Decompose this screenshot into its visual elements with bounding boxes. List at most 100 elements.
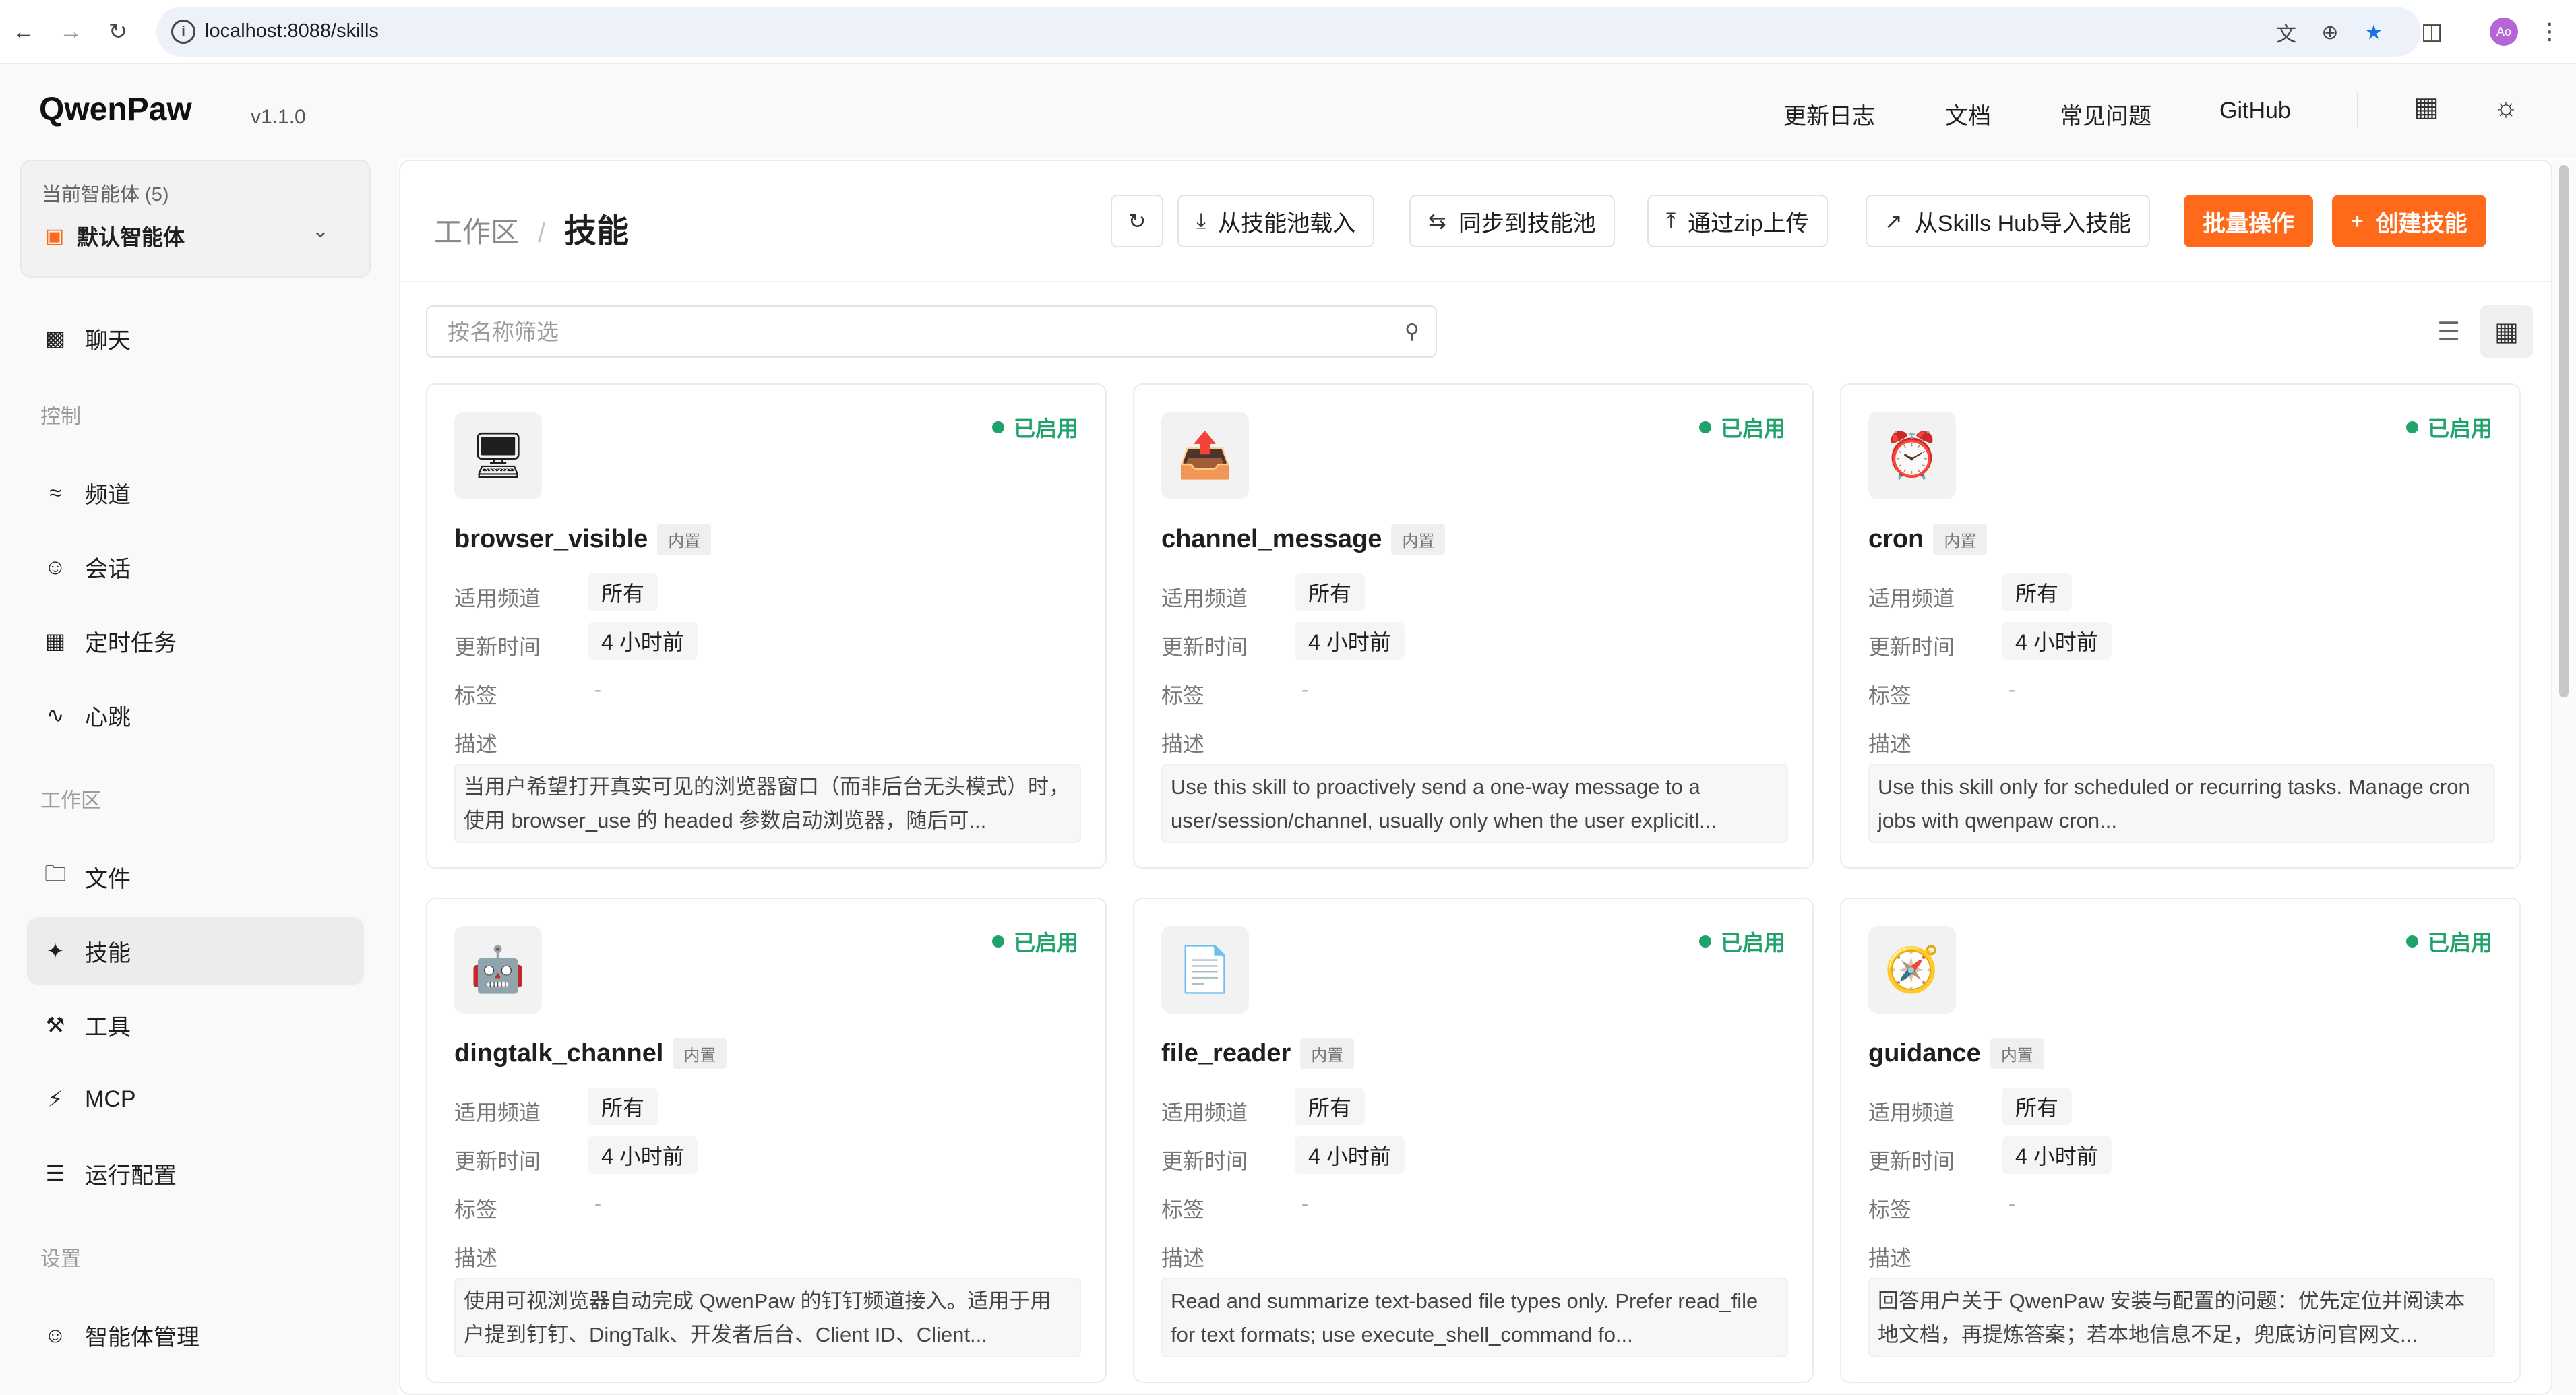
sidebar-item-skills[interactable]: ✦ 技能 — [27, 917, 364, 985]
language-icon[interactable]: ▦ — [2409, 90, 2444, 125]
desc-label: 描述 — [1161, 732, 1205, 756]
agent-selector[interactable]: 当前智能体 (5) ▣ 默认智能体 ⌄ — [20, 160, 371, 278]
status-text: 已启用 — [1720, 931, 1785, 955]
sync-to-pool-button[interactable]: ⇆ 同步到技能池 — [1409, 195, 1615, 247]
tags-value: - — [594, 679, 601, 701]
channel-value: 所有 — [588, 1088, 658, 1125]
skill-card[interactable]: 📤 已启用 channel_message 内置 适用频道 所有 更新时间 4 … — [1133, 383, 1814, 869]
status-dot — [991, 421, 1004, 433]
page-scrollbar[interactable] — [2552, 160, 2576, 1395]
sidebar-item-label: MCP — [85, 1086, 136, 1112]
skill-card[interactable]: 📄 已启用 file_reader 内置 适用频道 所有 更新时间 4 小时前 … — [1133, 898, 1814, 1383]
bookmark-star-icon[interactable]: ★ — [2360, 19, 2387, 46]
docs-link[interactable]: 文档 — [1945, 98, 1991, 131]
channel-label: 适用频道 — [1868, 586, 1955, 611]
status-badge[interactable]: 已启用 — [991, 926, 1078, 957]
section-settings: 设置 — [40, 1248, 81, 1270]
updated-label: 更新时间 — [454, 1149, 541, 1173]
status-badge[interactable]: 已启用 — [1698, 926, 1785, 957]
address-bar[interactable]: i localhost:8088/skills 文 ⊕ ★ — [156, 7, 2421, 57]
changelog-link[interactable]: 更新日志 — [1783, 98, 1875, 131]
sidebar-item-tools[interactable]: ⚒ 工具 — [27, 991, 364, 1059]
page-title: 技能 — [564, 214, 630, 249]
grid-view-button[interactable]: ▦ — [2480, 305, 2533, 358]
forward-icon[interactable]: → — [55, 16, 86, 47]
download-icon: ⤓ — [1196, 208, 1206, 232]
sidebar-item-label: 文件 — [85, 866, 131, 892]
list-view-button[interactable]: ☰ — [2422, 305, 2475, 358]
skill-card[interactable]: ⏰ 已启用 cron 内置 适用频道 所有 更新时间 4 小时前 标签 - 描述… — [1840, 383, 2521, 869]
sidebar-item-channels[interactable]: ≈ 频道 — [27, 459, 364, 526]
lightning-icon: ⚡ — [47, 1087, 63, 1111]
status-badge[interactable]: 已启用 — [2405, 926, 2492, 957]
skill-card[interactable]: 🧭 已启用 guidance 内置 适用频道 所有 更新时间 4 小时前 标签 … — [1840, 898, 2521, 1383]
batch-operation-button[interactable]: 批量操作 — [2184, 195, 2313, 247]
upload-zip-button[interactable]: ⤒ 通过zip上传 — [1647, 195, 1828, 247]
tags-label: 标签 — [1868, 1198, 1912, 1222]
status-badge[interactable]: 已启用 — [991, 412, 1078, 443]
back-icon[interactable]: ← — [8, 16, 39, 47]
site-info-icon[interactable]: i — [171, 20, 195, 44]
tags-label: 标签 — [1161, 683, 1205, 708]
updated-label: 更新时间 — [1868, 635, 1955, 659]
folder-icon: 🗀 — [44, 861, 66, 886]
sidebar-item-agent-management[interactable]: ☺ 智能体管理 — [27, 1301, 364, 1369]
zoom-icon[interactable]: ⊕ — [2317, 19, 2343, 46]
sidebar-item-label: 聊天 — [85, 328, 131, 354]
status-badge[interactable]: 已启用 — [1698, 412, 1785, 443]
channel-value: 所有 — [2002, 1088, 2073, 1125]
tags-label: 标签 — [1161, 1198, 1205, 1222]
updated-label: 更新时间 — [1161, 635, 1248, 659]
tags-value: - — [594, 1193, 601, 1215]
tags-label: 标签 — [454, 683, 498, 708]
extensions-icon[interactable]: ◫ — [2416, 16, 2447, 47]
search-icon[interactable]: ⚲ — [1405, 320, 1419, 344]
tags-value: - — [1301, 1193, 1308, 1215]
faq-link[interactable]: 常见问题 — [2060, 98, 2151, 131]
browser-menu-icon[interactable]: ⋮ — [2534, 16, 2565, 47]
desc-label: 描述 — [454, 1246, 498, 1270]
translate-icon[interactable]: 文 — [2273, 19, 2300, 46]
updated-value: 4 小时前 — [588, 1136, 698, 1174]
load-from-pool-button[interactable]: ⤓ 从技能池载入 — [1177, 195, 1375, 247]
name-filter-input[interactable] — [448, 319, 1378, 345]
reload-icon[interactable]: ↻ — [102, 16, 133, 47]
import-skills-hub-button[interactable]: ↗ 从Skills Hub导入技能 — [1866, 195, 2150, 247]
tags-value: - — [1301, 679, 1308, 701]
header-divider — [2357, 92, 2358, 127]
chevron-down-icon[interactable]: ⌄ — [312, 219, 329, 243]
builtin-badge: 内置 — [1300, 1038, 1355, 1070]
skill-name: browser_visible — [454, 525, 648, 553]
sidebar-item-mcp[interactable]: ⚡ MCP — [27, 1065, 364, 1133]
scrollbar-thumb[interactable] — [2559, 165, 2569, 698]
updated-label: 更新时间 — [454, 635, 541, 659]
app-logo[interactable]: QwenPaw — [39, 91, 192, 128]
sidebar-item-label: 会话 — [85, 556, 131, 582]
create-skill-button[interactable]: + 创建技能 — [2332, 195, 2486, 247]
status-badge[interactable]: 已启用 — [2405, 412, 2492, 443]
desc-label: 描述 — [1868, 1246, 1912, 1270]
sidebar-item-sessions[interactable]: ☺ 会话 — [27, 533, 364, 600]
updated-value: 4 小时前 — [1295, 1136, 1405, 1174]
plus-icon: + — [2351, 208, 2364, 233]
theme-sun-icon[interactable]: ☼ — [2488, 90, 2523, 125]
skill-card[interactable]: 🖥 已启用 browser_visible 内置 适用频道 所有 更新时间 4 … — [426, 383, 1107, 869]
sidebar-item-runtime[interactable]: ☰ 运行配置 — [27, 1140, 364, 1207]
sidebar-item-cron[interactable]: ▦ 定时任务 — [27, 607, 364, 675]
breadcrumb-workspace[interactable]: 工作区 — [434, 210, 519, 251]
skill-card[interactable]: 🤖 已启用 dingtalk_channel 内置 适用频道 所有 更新时间 4… — [426, 898, 1107, 1383]
url-text[interactable]: localhost:8088/skills — [205, 20, 379, 42]
profile-avatar[interactable]: Ao — [2490, 18, 2518, 46]
button-label: 从Skills Hub导入技能 — [1914, 210, 2131, 237]
list-icon: ☰ — [2436, 317, 2461, 346]
name-filter[interactable]: ⚲ — [426, 305, 1437, 358]
refresh-button[interactable]: ↻ — [1111, 195, 1163, 247]
tags-value: - — [2008, 1193, 2015, 1215]
sidebar-item-files[interactable]: 🗀 文件 — [27, 843, 364, 910]
channel-value: 所有 — [2002, 574, 2073, 611]
builtin-badge: 内置 — [1933, 524, 1988, 555]
github-link[interactable]: GitHub — [2219, 98, 2291, 124]
user-gear-icon: ☺ — [44, 1322, 67, 1347]
sidebar-item-chat[interactable]: ▩ 聊天 — [27, 305, 364, 372]
sidebar-item-heartbeat[interactable]: ∿ 心跳 — [27, 681, 364, 749]
